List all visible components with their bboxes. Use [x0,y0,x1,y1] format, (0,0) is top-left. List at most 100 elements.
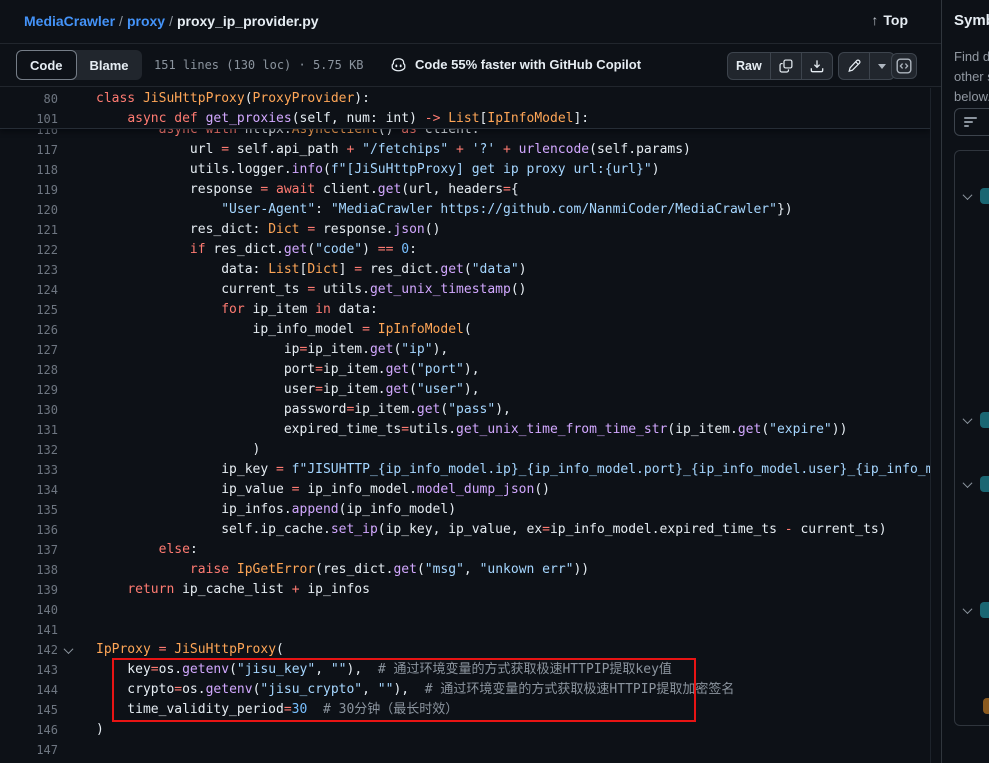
line-number[interactable]: 101 [0,109,58,129]
symbol-kind-icon [980,188,989,204]
line-number[interactable]: 128 [0,360,58,380]
description-line: below. [954,87,989,107]
line-number[interactable]: 137 [0,540,58,560]
symbol-item[interactable] [955,475,989,493]
copy-icon [779,59,793,73]
line-number[interactable]: 141 [0,620,58,640]
symbol-item[interactable] [955,187,989,205]
fold-chevron-icon[interactable] [58,640,78,660]
line-number[interactable]: 119 [0,180,58,200]
code-text: async def get_proxies(self, num: int) ->… [78,109,589,129]
symbols-panel-toggle-button[interactable] [891,53,917,79]
line-number[interactable]: 120 [0,200,58,220]
line-number[interactable]: 142 [0,640,58,660]
download-button[interactable] [802,53,832,79]
code-line: 123 data: List[Dict] = res_dict.get("dat… [0,260,930,280]
arrow-up-icon: ↑ [871,12,878,28]
code-text: ip_value = ip_info_model.model_dump_json… [78,480,550,500]
code-line: 125 for ip_item in data: [0,300,930,320]
symbols-panel: Symbols Find definitions and references … [941,0,989,763]
code-line: 118 utils.logger.info(f"[JiSuHttpProxy] … [0,160,930,180]
code-text: "User-Agent": "MediaCrawler https://gith… [78,200,793,220]
description-line: Find definitions and references for func… [954,47,989,67]
fold-gutter [58,500,78,520]
line-number[interactable]: 146 [0,720,58,740]
line-number[interactable]: 132 [0,440,58,460]
fold-gutter [58,600,78,620]
fold-gutter [58,700,78,720]
code-line: 124 current_ts = utils.get_unix_timestam… [0,280,930,300]
line-number[interactable]: 131 [0,420,58,440]
code-text: ip_infos.append(ip_info_model) [78,500,456,520]
raw-button[interactable]: Raw [728,53,771,79]
symbol-item[interactable] [955,411,989,429]
code-line: 143 key=os.getenv("jisu_key", ""), # 通过环… [0,660,930,680]
fold-gutter [58,260,78,280]
line-number[interactable]: 125 [0,300,58,320]
fold-gutter [58,89,78,109]
fold-gutter [58,240,78,260]
breadcrumb-repo-link[interactable]: MediaCrawler [24,13,115,29]
symbol-item[interactable] [955,697,989,715]
line-number[interactable]: 138 [0,560,58,580]
symbols-filter-input[interactable] [954,108,989,136]
code-line: 147 [0,740,930,760]
symbol-item[interactable] [955,601,989,619]
copilot-banner-text: Code 55% faster with GitHub Copilot [415,57,641,72]
code-text: time_validity_period=30 # 30分钟（最长时效） [78,700,458,720]
line-number[interactable]: 133 [0,460,58,480]
breadcrumb-filename: proxy_ip_provider.py [177,13,319,29]
copilot-icon [390,56,407,73]
line-number[interactable]: 134 [0,480,58,500]
line-number[interactable]: 144 [0,680,58,700]
breadcrumb: MediaCrawler/proxy/proxy_ip_provider.py [24,13,319,29]
symbols-panel-description: Find definitions and references for func… [954,47,989,107]
code-line: 117 url = self.api_path + "/fetchips" + … [0,140,930,160]
line-number[interactable]: 130 [0,400,58,420]
code-line: 131 expired_time_ts=utils.get_unix_time_… [0,420,930,440]
line-number[interactable]: 135 [0,500,58,520]
line-number[interactable]: 147 [0,740,58,760]
line-number[interactable]: 123 [0,260,58,280]
fold-gutter [58,360,78,380]
chevron-down-icon[interactable] [963,604,973,614]
edit-file-button[interactable] [839,53,870,79]
code-line: 119 response = await client.get(url, hea… [0,180,930,200]
code-line: 142 IpProxy = JiSuHttpProxy( [0,640,930,660]
code-text: current_ts = utils.get_unix_timestamp() [78,280,527,300]
code-text: crypto=os.getenv("jisu_crypto", ""), # 通… [78,680,734,700]
chevron-down-icon[interactable] [963,190,973,200]
line-number[interactable]: 80 [0,89,58,109]
tab-blame[interactable]: Blame [77,50,142,80]
line-number[interactable]: 117 [0,140,58,160]
line-number[interactable]: 129 [0,380,58,400]
code-text: ip_key = f"JISUHTTP_{ip_info_model.ip}_{… [78,460,930,480]
copy-raw-button[interactable] [771,53,802,79]
line-number[interactable]: 136 [0,520,58,540]
fold-gutter [58,280,78,300]
line-number[interactable]: 121 [0,220,58,240]
line-number[interactable]: 139 [0,580,58,600]
raw-label: Raw [736,59,762,73]
copilot-banner[interactable]: Code 55% faster with GitHub Copilot [390,56,641,73]
line-number[interactable]: 122 [0,240,58,260]
code-text [78,740,96,760]
fold-gutter [58,180,78,200]
code-text: IpProxy = JiSuHttpProxy( [78,640,284,660]
line-number[interactable]: 143 [0,660,58,680]
line-number[interactable]: 140 [0,600,58,620]
line-number[interactable]: 118 [0,160,58,180]
line-number[interactable]: 127 [0,340,58,360]
line-number[interactable]: 126 [0,320,58,340]
chevron-down-icon[interactable] [963,478,973,488]
line-number[interactable]: 124 [0,280,58,300]
code-line: 128 port=ip_item.get("port"), [0,360,930,380]
download-icon [810,59,824,73]
edit-button-group [838,52,895,80]
tab-code[interactable]: Code [16,50,77,80]
chevron-down-icon[interactable] [963,414,973,424]
breadcrumb-folder-link[interactable]: proxy [127,13,165,29]
code-text: else: [78,540,198,560]
back-to-top-button[interactable]: ↑Top [871,12,908,28]
line-number[interactable]: 145 [0,700,58,720]
